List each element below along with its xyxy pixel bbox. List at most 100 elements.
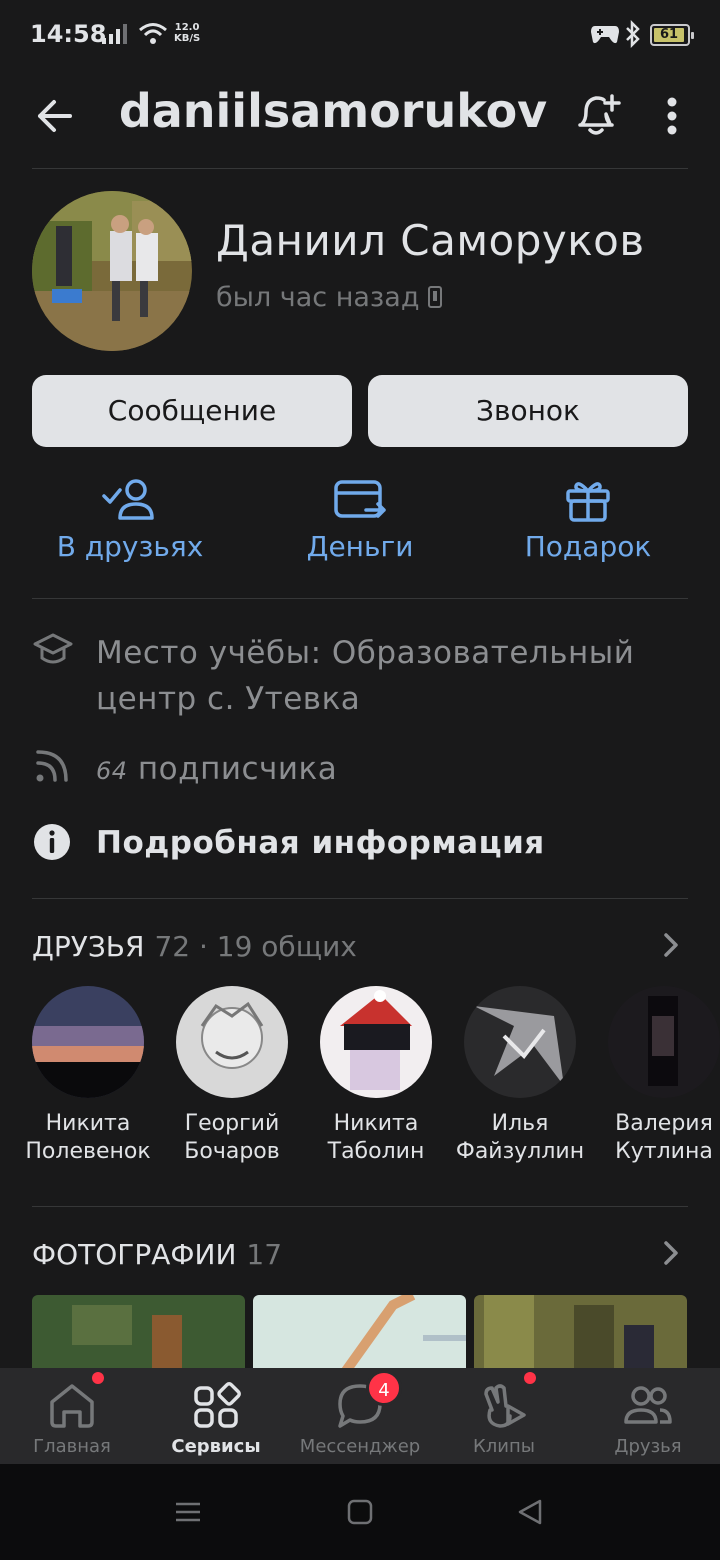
followers-row[interactable]: 64 подписчика [32, 746, 688, 794]
friend-card[interactable]: Никита Полевенок [16, 986, 160, 1166]
wifi-icon [139, 23, 167, 44]
friends-count: 72 · 19 общих [154, 930, 357, 963]
system-navigation-bar [0, 1464, 720, 1560]
profile-avatar[interactable] [32, 191, 192, 351]
friend-last-name: Файзуллин [455, 1139, 585, 1164]
home-button-icon[interactable] [346, 1498, 374, 1526]
status-time: 14:58 [30, 20, 107, 48]
graduation-cap-icon [33, 633, 73, 664]
in-friends-action[interactable]: В друзьях [20, 478, 240, 563]
mobile-phone-icon [427, 286, 442, 308]
details-row[interactable]: Подробная информация [32, 820, 688, 868]
gift-action[interactable]: Подарок [478, 478, 698, 563]
divider [32, 168, 688, 169]
tab-label: Мессенджер [299, 1436, 421, 1457]
divider [32, 1206, 688, 1207]
profile-name: Даниил Саморуков [216, 216, 645, 265]
message-button[interactable]: Сообщение [32, 375, 352, 447]
clips-icon [484, 1384, 526, 1428]
friend-first-name: Илья [491, 1111, 549, 1136]
education-text: Место учёбы: Образовательный центр с. Ут… [96, 635, 635, 717]
tab-friends[interactable]: Друзья [576, 1368, 720, 1464]
friends-icon [624, 1386, 672, 1424]
divider [32, 598, 688, 599]
money-label: Деньги [306, 530, 414, 563]
gamepad-icon [591, 26, 619, 44]
notification-dot [92, 1372, 104, 1384]
friend-avatar [608, 986, 720, 1098]
friend-last-name: Бочаров [184, 1139, 280, 1164]
photo-thumbnail[interactable] [253, 1295, 466, 1375]
friend-last-name: Кутлина [615, 1139, 713, 1164]
followers-count: 64 [96, 757, 128, 785]
friend-avatar [464, 986, 576, 1098]
home-icon [50, 1384, 94, 1428]
recent-apps-icon[interactable] [174, 1498, 202, 1526]
education-row: Место учёбы: Образовательный центр с. Ут… [32, 630, 688, 726]
photos-title: ФОТОГРАФИИ [32, 1238, 237, 1271]
battery-level: 61 [659, 27, 679, 42]
photo-thumbnail[interactable] [474, 1295, 687, 1375]
notification-bell-add-icon[interactable] [568, 86, 624, 142]
friends-section-title[interactable]: ДРУЗЬЯ 72 · 19 общих [32, 930, 357, 963]
friend-avatar [320, 986, 432, 1098]
more-options-icon[interactable] [650, 90, 694, 142]
bottom-tab-bar: Главная Сервисы 4 Мессенджер Клипы Друзь… [0, 1368, 720, 1464]
tab-label: Главная [33, 1436, 111, 1457]
tab-messenger[interactable]: 4 Мессенджер [288, 1368, 432, 1464]
last-seen-status: был час назад [216, 282, 442, 313]
friend-card[interactable]: Илья Файзуллин [448, 986, 592, 1166]
friend-last-name: Таболин [327, 1139, 425, 1164]
photo-thumbnail[interactable] [32, 1295, 245, 1375]
tab-label: Сервисы [171, 1436, 261, 1457]
tab-services[interactable]: Сервисы [144, 1368, 288, 1464]
chevron-right-icon[interactable] [660, 930, 682, 960]
signal-icon [102, 24, 127, 44]
friend-first-name: Никита [45, 1111, 131, 1136]
last-seen-text: был час назад [216, 282, 420, 313]
friend-avatar [32, 986, 144, 1098]
friend-added-icon [102, 479, 154, 520]
friend-last-name: Полевенок [25, 1139, 151, 1164]
in-friends-label: В друзьях [56, 530, 204, 563]
friend-card[interactable]: Валерия Кутлина [592, 986, 720, 1166]
notification-dot [524, 1372, 536, 1384]
money-action[interactable]: Деньги [250, 478, 470, 563]
friend-avatar [176, 986, 288, 1098]
battery-icon: 61 [650, 24, 694, 46]
friend-first-name: Георгий [184, 1111, 280, 1136]
network-speed: 12.0 KB/S [174, 22, 200, 44]
divider [32, 898, 688, 899]
chevron-right-icon[interactable] [660, 1238, 682, 1268]
gift-icon [566, 482, 610, 522]
tab-home[interactable]: Главная [0, 1368, 144, 1464]
status-bar: 14:58 12.0 KB/S 61 [0, 0, 720, 70]
photos-count: 17 [246, 1238, 283, 1271]
rss-followers-icon [36, 750, 68, 782]
friend-card[interactable]: Никита Таболин [304, 986, 448, 1166]
details-text: Подробная информация [96, 825, 545, 861]
page-title: daniilsamorukov [118, 84, 548, 138]
tab-clips[interactable]: Клипы [432, 1368, 576, 1464]
network-speed-value: 12.0 [174, 22, 200, 33]
header: daniilsamorukov [0, 70, 720, 168]
gift-label: Подарок [524, 530, 652, 563]
friends-title: ДРУЗЬЯ [32, 930, 145, 963]
friend-card[interactable]: Георгий Бочаров [160, 986, 304, 1166]
info-icon [34, 824, 70, 860]
back-button-icon[interactable] [516, 1498, 544, 1526]
call-button[interactable]: Звонок [368, 375, 688, 447]
followers-label: подписчика [137, 751, 338, 787]
services-icon [194, 1382, 241, 1428]
money-transfer-icon [334, 480, 386, 518]
followers-text: 64 подписчика [96, 746, 686, 794]
friend-first-name: Никита [333, 1111, 419, 1136]
back-arrow-icon[interactable] [30, 90, 82, 142]
network-speed-unit: KB/S [174, 33, 201, 44]
friend-first-name: Валерия [615, 1111, 713, 1136]
tab-label: Друзья [614, 1436, 682, 1457]
photos-section-title[interactable]: ФОТОГРАФИИ 17 [32, 1238, 282, 1271]
unread-badge: 4 [366, 1370, 402, 1406]
bluetooth-icon [626, 20, 640, 48]
tab-label: Клипы [473, 1436, 535, 1457]
